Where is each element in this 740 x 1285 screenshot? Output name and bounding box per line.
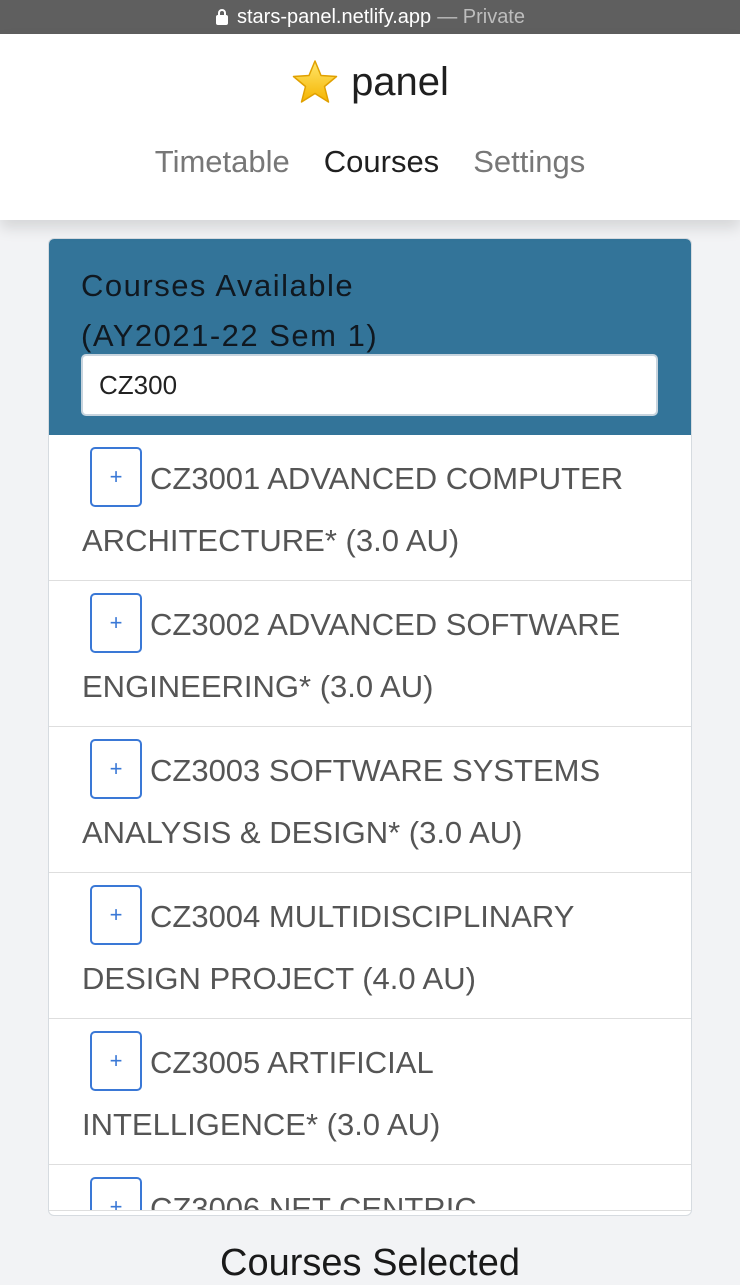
- panel-title-line1: Courses Available: [81, 268, 355, 303]
- brand[interactable]: panel: [0, 58, 740, 106]
- main-nav: Timetable Courses Settings: [0, 144, 740, 180]
- tab-courses[interactable]: Courses: [324, 144, 439, 180]
- add-course-button[interactable]: +: [90, 446, 142, 507]
- courses-available-panel: Courses Available (AY2021-22 Sem 1) +CZ3…: [48, 238, 692, 1216]
- course-search-input[interactable]: [81, 354, 658, 416]
- list-item: + CZ3006 NET CENTRIC: [49, 1165, 691, 1211]
- list-item: + CZ3005 ARTIFICIAL INTELLIGENCE* (3.0 AU…: [49, 1019, 691, 1165]
- list-item: + CZ3001 ADVANCED COMPUTER ARCHITECTURE* …: [49, 435, 691, 581]
- add-course-button[interactable]: +: [90, 884, 142, 945]
- add-course-button[interactable]: +: [90, 738, 142, 799]
- tab-timetable[interactable]: Timetable: [155, 144, 290, 180]
- url-text: stars-panel.netlify.app: [237, 5, 432, 28]
- course-name: CZ3004 MULTIDISCIPLINARY DESIGN PROJECT …: [82, 899, 574, 996]
- browser-url-bar[interactable]: stars-panel.netlify.app — Private: [0, 0, 740, 34]
- star-icon: [292, 60, 338, 103]
- course-name: CZ3003 SOFTWARE SYSTEMS ANALYSIS & DESIG…: [82, 753, 601, 850]
- list-item: + CZ3004 MULTIDISCIPLINARY DESIGN PROJECT…: [49, 873, 691, 1019]
- panel-header: Courses Available (AY2021-22 Sem 1): [49, 239, 691, 435]
- lock-icon: [216, 9, 228, 25]
- course-name: CZ3006 NET CENTRIC: [150, 1191, 477, 1211]
- course-list: + CZ3001 ADVANCED COMPUTER ARCHITECTURE* …: [49, 435, 691, 1211]
- add-course-button[interactable]: +: [90, 1030, 142, 1091]
- app-header: panel Timetable Courses Settings: [0, 34, 740, 220]
- private-label: — Private: [437, 5, 525, 28]
- brand-name: panel: [351, 59, 449, 104]
- course-name: CZ3001 ADVANCED COMPUTER ARCHITECTURE* (…: [82, 461, 624, 558]
- courses-selected-heading: Courses Selected: [220, 1242, 520, 1284]
- tab-settings[interactable]: Settings: [473, 144, 585, 180]
- list-item: + CZ3002 ADVANCED SOFTWARE ENGINEERING* (…: [49, 581, 691, 727]
- add-course-button[interactable]: +: [90, 592, 142, 653]
- panel-title: Courses Available (AY2021-22 Sem 1): [81, 261, 659, 361]
- add-course-button[interactable]: +: [90, 1176, 142, 1210]
- course-name: CZ3002 ADVANCED SOFTWARE ENGINEERING* (3…: [82, 607, 621, 704]
- list-item: + CZ3003 SOFTWARE SYSTEMS ANALYSIS & DESI…: [49, 727, 691, 873]
